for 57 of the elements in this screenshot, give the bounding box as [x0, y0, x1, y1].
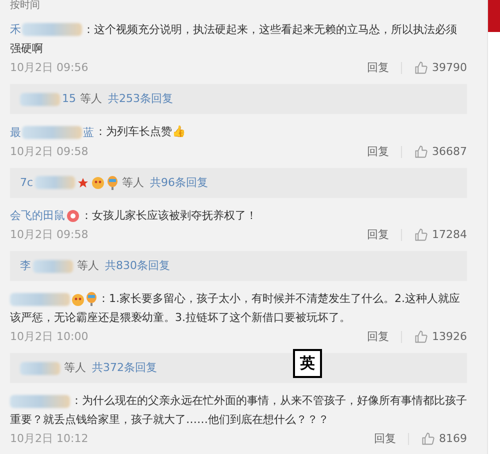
comment-text: ：1.家长要多留心，孩子太小，有时候并不清楚发生了什么。2.这种人就应该严惩，无论霸座还是猥亵幼童。3.拉链坏了这个新借口要被玩坏了。: [10, 291, 461, 326]
comment-text: 禾 ：这个视频充分说明，执法硬起来，这些看起来无赖的立马怂，所以执法必须强硬啊: [10, 20, 467, 58]
balloon-icon: [107, 176, 118, 190]
reply-link[interactable]: 回复: [367, 227, 389, 244]
user-name[interactable]: 李: [20, 258, 31, 275]
reply-count-link[interactable]: 共372条回复: [92, 360, 157, 377]
reply-count-link[interactable]: 共96条回复: [150, 174, 208, 192]
reply-users-suffix: 等人: [77, 258, 99, 274]
thumbs-up-icon[interactable]: [414, 144, 428, 159]
reply-link[interactable]: 回复: [367, 144, 389, 160]
comment-text: ：为什么现在的父亲永远在忙外面的事情，从来不管孩子，好像所有事情都比孩子重要？就丢点钱给家里，孩子就大了……他们到底在想什么？？？: [10, 393, 467, 428]
blurred-name: [10, 394, 70, 408]
blurred-name: [33, 260, 73, 273]
blurred-name: [22, 23, 82, 36]
thumbs-up-icon[interactable]: [414, 330, 428, 344]
reply-users-suffix: 等人: [122, 174, 144, 191]
comment-date: 10月2日 10:00: [10, 329, 88, 346]
like-count: 39790: [432, 60, 467, 76]
comment-date: 10月2日 10:12: [10, 431, 88, 448]
user-name[interactable]: 最: [10, 122, 21, 142]
balloon-icon: [86, 292, 97, 306]
user-name[interactable]: 15: [62, 91, 76, 108]
comment-text: 会飞的田鼠 ：女孩儿家长应该被剥夺抚养权了！: [10, 206, 467, 226]
thumbs-up-icon[interactable]: [414, 61, 428, 76]
user-name[interactable]: 蓝: [83, 122, 94, 142]
badge-icon: [66, 208, 80, 223]
ime-indicator: 英: [293, 349, 322, 378]
star-icon: [77, 176, 90, 189]
thumbs-up-icon[interactable]: [414, 228, 428, 242]
reply-link[interactable]: 回复: [374, 431, 396, 448]
user-name[interactable]: 7c: [20, 174, 34, 192]
blurred-name: [22, 126, 82, 139]
user-name[interactable]: 会飞的田鼠: [10, 206, 65, 226]
like-count: 36687: [432, 144, 467, 160]
thumbs-up-icon[interactable]: [421, 432, 435, 446]
scroll-marker: [488, 0, 500, 32]
reply-count-link[interactable]: 共830条回复: [105, 258, 170, 275]
blurred-name: [35, 176, 76, 190]
comment-date: 10月2日 09:58: [10, 144, 88, 160]
user-name[interactable]: 禾: [10, 20, 21, 40]
reply-link[interactable]: 回复: [367, 60, 389, 77]
comment-text: 最 蓝：为列车长点赞👍: [10, 122, 467, 142]
face-badge-icon: [71, 292, 85, 306]
reply-users-suffix: 等人: [64, 360, 86, 376]
comment-date: 10月2日 09:58: [10, 227, 88, 244]
blurred-name: [20, 92, 60, 106]
like-count: 17284: [432, 227, 467, 244]
comment-date: 10月2日 09:56: [10, 60, 88, 76]
like-count: 13926: [432, 329, 467, 346]
blurred-name: [20, 362, 60, 375]
sort-tab[interactable]: 按时间: [10, 0, 40, 12]
face-badge-icon: [91, 176, 106, 190]
reply-link[interactable]: 回复: [367, 329, 389, 346]
like-count: 8169: [439, 431, 467, 448]
reply-users-suffix: 等人: [80, 91, 102, 108]
blurred-name: [10, 292, 70, 306]
reply-count-link[interactable]: 共253条回复: [108, 91, 173, 108]
